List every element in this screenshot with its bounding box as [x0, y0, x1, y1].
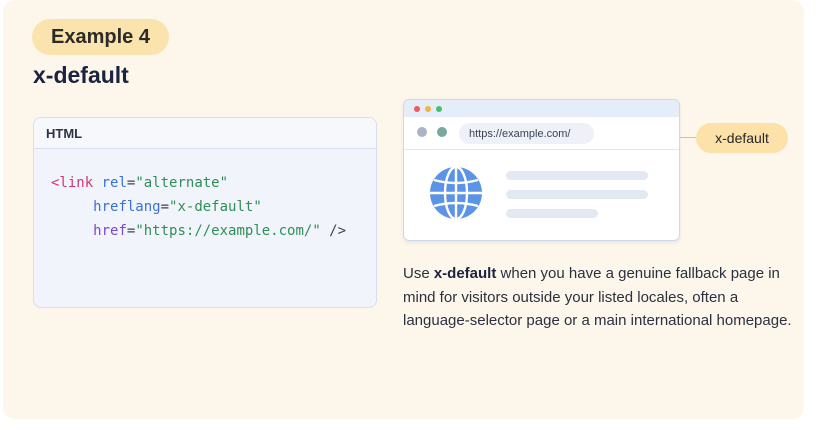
- url-text: https://example.com/: [469, 127, 571, 140]
- code-line-1: <link rel="alternate": [51, 171, 376, 195]
- badge-connector: [680, 137, 696, 138]
- globe-icon: [430, 165, 482, 221]
- code-equals: =: [160, 199, 170, 215]
- url-field: https://example.com/: [459, 123, 594, 144]
- maximize-dot-icon: [436, 106, 442, 112]
- example-title: x-default: [33, 62, 129, 88]
- code-value-url: "https://example.com/": [135, 223, 321, 239]
- description-prefix: Use: [403, 265, 434, 282]
- forward-button-icon: [437, 127, 447, 137]
- code-attr-href: href: [93, 223, 127, 239]
- minimize-dot-icon: [425, 106, 431, 112]
- code-attr-rel: rel: [101, 175, 127, 191]
- description-text: Use x-default when you have a genuine fa…: [403, 262, 795, 333]
- code-attr-hreflang: hreflang: [93, 199, 161, 215]
- code-line-2: hreflang="x-default": [51, 195, 376, 219]
- code-line-3: href="https://example.com/" />: [51, 219, 376, 243]
- x-default-badge: x-default: [696, 123, 788, 153]
- code-block: <link rel="alternate" hreflang="x-defaul…: [34, 149, 376, 243]
- browser-address-bar: https://example.com/: [404, 117, 679, 150]
- browser-mockup: https://example.com/: [403, 99, 680, 241]
- code-tag: <link: [51, 175, 94, 191]
- example-label-pill: Example 4: [32, 19, 169, 55]
- code-panel-header: HTML: [34, 118, 376, 149]
- badge-label: x-default: [715, 130, 769, 146]
- code-value-x-default: "x-default": [169, 199, 262, 215]
- close-dot-icon: [414, 106, 420, 112]
- back-button-icon: [417, 127, 427, 137]
- code-panel: HTML <link rel="alternate" hreflang="x-d…: [33, 117, 377, 308]
- description-keyword: x-default: [433, 265, 497, 282]
- code-language-label: HTML: [46, 125, 83, 141]
- content-placeholder-line: [506, 209, 598, 218]
- code-tag-close: />: [320, 223, 347, 239]
- browser-title-bar: [404, 100, 679, 117]
- content-placeholder-line: [506, 190, 648, 199]
- example-label: Example 4: [51, 25, 150, 48]
- content-placeholder-line: [506, 171, 648, 180]
- code-value-alternate: "alternate": [135, 175, 229, 191]
